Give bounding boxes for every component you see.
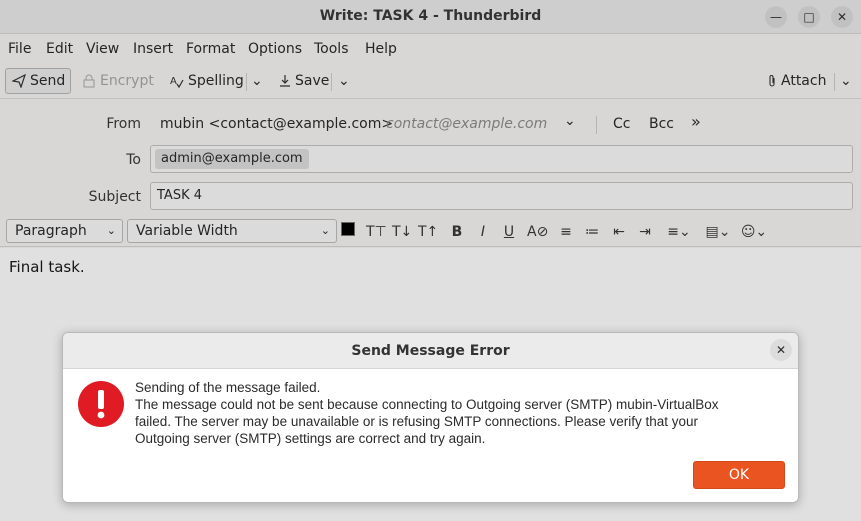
ok-button[interactable]: OK	[693, 461, 785, 489]
dialog-title: Send Message Error	[351, 343, 510, 359]
dialog-message: Sending of the message failed. The messa…	[135, 379, 785, 447]
thunderbird-compose-window: Write: TASK 4 - Thunderbird — □ ✕ File E…	[0, 0, 861, 521]
dialog-message-line: Outgoing server (SMTP) settings are corr…	[135, 431, 486, 446]
dialog-message-line: failed. The server may be unavailable or…	[135, 414, 699, 429]
dialog-message-line: Sending of the message failed.	[135, 380, 321, 395]
send-error-dialog: Send Message Error ✕ Sending of the mess…	[62, 332, 799, 503]
dialog-message-line: The message could not be sent because co…	[135, 397, 719, 412]
error-icon	[78, 381, 124, 427]
dialog-header: Send Message Error ✕	[63, 333, 798, 369]
dialog-close-button[interactable]: ✕	[770, 339, 792, 361]
